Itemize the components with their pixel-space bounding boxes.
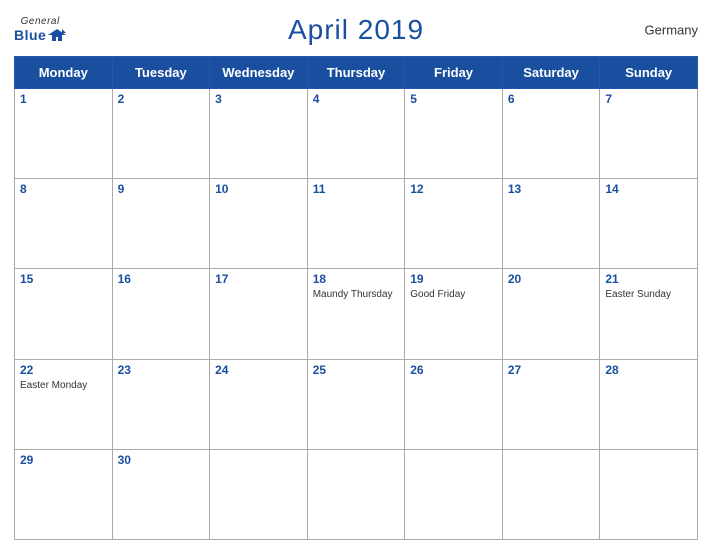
calendar-body: 123456789101112131415161718Maundy Thursd… — [15, 89, 698, 540]
calendar-day-cell: 15 — [15, 269, 113, 359]
calendar-day-cell: 2 — [112, 89, 210, 179]
calendar-day-cell — [600, 449, 698, 539]
day-number: 26 — [410, 363, 497, 377]
calendar-day-cell: 29 — [15, 449, 113, 539]
calendar-day-cell: 23 — [112, 359, 210, 449]
header-wednesday: Wednesday — [210, 57, 308, 89]
calendar-page: General Blue April 2019 Germany Monday T… — [0, 0, 712, 550]
calendar-week-row: 89 10 11 12 13 14 — [15, 179, 698, 269]
calendar-day-cell: 1 — [15, 89, 113, 179]
calendar-day-cell: 14 — [600, 179, 698, 269]
logo-general-text: General — [21, 17, 60, 27]
day-number: 7 — [605, 92, 692, 106]
calendar-week-row: 29 30 — [15, 449, 698, 539]
day-number: 11 — [313, 182, 400, 196]
day-number: 8 — [20, 182, 107, 196]
calendar-day-cell: 28 — [600, 359, 698, 449]
calendar-day-cell: 19 Good Friday — [405, 269, 503, 359]
calendar-day-cell: 26 — [405, 359, 503, 449]
calendar-day-cell: 10 — [210, 179, 308, 269]
day-number: 14 — [605, 182, 692, 196]
day-number: 16 — [118, 272, 205, 286]
day-number: 18 — [313, 272, 400, 286]
calendar-title: April 2019 — [288, 14, 424, 46]
day-number: 10 — [215, 182, 302, 196]
day-number: 21 — [605, 272, 692, 286]
calendar-day-cell: 7 — [600, 89, 698, 179]
calendar-day-cell: 13 — [502, 179, 600, 269]
calendar-day-cell: 24 — [210, 359, 308, 449]
day-number: 22 — [20, 363, 107, 377]
header-thursday: Thursday — [307, 57, 405, 89]
day-number: 15 — [20, 272, 107, 286]
calendar-day-cell: 17 — [210, 269, 308, 359]
day-number: 29 — [20, 453, 107, 467]
calendar-day-cell: 25 — [307, 359, 405, 449]
header-saturday: Saturday — [502, 57, 600, 89]
calendar-day-cell: 20 — [502, 269, 600, 359]
day-number: 12 — [410, 182, 497, 196]
calendar-header: General Blue April 2019 Germany — [14, 10, 698, 50]
header-tuesday: Tuesday — [112, 57, 210, 89]
calendar-day-cell: 27 — [502, 359, 600, 449]
calendar-day-cell — [502, 449, 600, 539]
calendar-day-cell: 18 Maundy Thursday — [307, 269, 405, 359]
calendar-day-cell — [307, 449, 405, 539]
country-label: Germany — [645, 23, 698, 38]
calendar-day-cell: 11 — [307, 179, 405, 269]
day-number: 6 — [508, 92, 595, 106]
calendar-day-cell: 12 — [405, 179, 503, 269]
day-number: 1 — [20, 92, 107, 106]
calendar-day-cell — [405, 449, 503, 539]
calendar-day-cell: 22 Easter Monday — [15, 359, 113, 449]
day-number: 3 — [215, 92, 302, 106]
calendar-day-cell: 3 — [210, 89, 308, 179]
day-number: 2 — [118, 92, 205, 106]
calendar-day-cell: 5 — [405, 89, 503, 179]
calendar-week-row: 1234567 — [15, 89, 698, 179]
logo-bird-icon — [48, 27, 66, 43]
logo: General Blue — [14, 17, 66, 43]
calendar-day-cell: 21 Easter Sunday — [600, 269, 698, 359]
header-monday: Monday — [15, 57, 113, 89]
holiday-label: Easter Monday — [20, 379, 107, 392]
day-number: 27 — [508, 363, 595, 377]
calendar-day-cell — [210, 449, 308, 539]
day-number: 30 — [118, 453, 205, 467]
calendar-day-cell: 30 — [112, 449, 210, 539]
weekday-header-row: Monday Tuesday Wednesday Thursday Friday… — [15, 57, 698, 89]
day-number: 4 — [313, 92, 400, 106]
day-number: 9 — [118, 182, 205, 196]
day-number: 28 — [605, 363, 692, 377]
day-number: 19 — [410, 272, 497, 286]
calendar-day-cell: 8 — [15, 179, 113, 269]
day-number: 5 — [410, 92, 497, 106]
calendar-day-cell: 9 — [112, 179, 210, 269]
calendar-day-cell: 4 — [307, 89, 405, 179]
day-number: 24 — [215, 363, 302, 377]
day-number: 20 — [508, 272, 595, 286]
holiday-label: Maundy Thursday — [313, 288, 400, 301]
calendar-week-row: 22 Easter Monday 23 24 25 26 27 28 — [15, 359, 698, 449]
calendar-week-row: 15 16 17 18 Maundy Thursday 19 Good Friday 20 21… — [15, 269, 698, 359]
day-number: 23 — [118, 363, 205, 377]
day-number: 13 — [508, 182, 595, 196]
header-sunday: Sunday — [600, 57, 698, 89]
holiday-label: Easter Sunday — [605, 288, 692, 301]
calendar-day-cell: 16 — [112, 269, 210, 359]
holiday-label: Good Friday — [410, 288, 497, 301]
header-friday: Friday — [405, 57, 503, 89]
day-number: 25 — [313, 363, 400, 377]
logo-blue-text: Blue — [14, 28, 46, 42]
day-number: 17 — [215, 272, 302, 286]
calendar-day-cell: 6 — [502, 89, 600, 179]
calendar-table: Monday Tuesday Wednesday Thursday Friday… — [14, 56, 698, 540]
